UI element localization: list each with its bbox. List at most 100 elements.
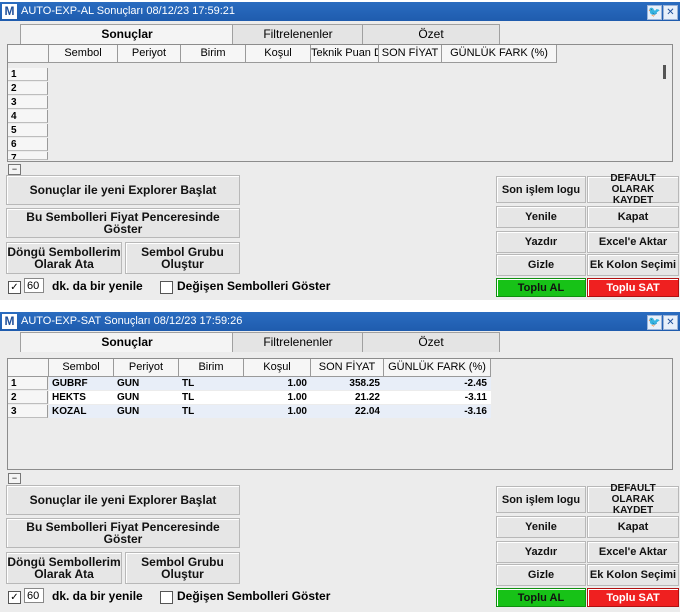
collapse-icon[interactable]: − (8, 473, 21, 484)
app-logo-icon: M (2, 314, 17, 329)
col-header-birim[interactable]: Birim (181, 45, 246, 63)
auto-refresh-checkbox[interactable]: ✓ (8, 591, 21, 604)
symbol-group-button[interactable]: Sembol Grubu Oluştur (125, 552, 240, 584)
default-save-button[interactable]: DEFAULT OLARAK KAYDET (587, 483, 679, 516)
window-title: AUTO-EXP-SAT Sonuçları 08/12/23 17:59:26 (21, 315, 243, 327)
show-in-price-window-button[interactable]: Bu Sembolleri Fiyat Penceresinde Göster (6, 208, 240, 238)
tab-summary[interactable]: Özet (362, 332, 500, 352)
collapse-icon[interactable]: − (8, 164, 21, 175)
col-header-teknik-puan[interactable]: Teknik Puan D (311, 45, 379, 63)
cell-kosul: 1.00 (287, 406, 307, 417)
tab-filtered[interactable]: Filtrelenenler (232, 24, 364, 44)
col-header-periyot[interactable]: Periyot (118, 45, 181, 63)
bulk-sell-button[interactable]: Toplu SAT (587, 588, 679, 607)
symbol-group-button[interactable]: Sembol Grubu Oluştur (125, 242, 240, 274)
show-changed-label: Değişen Sembolleri Göster (177, 589, 331, 603)
cell-gunluk-fark: -2.45 (464, 378, 487, 389)
bulk-buy-button[interactable]: Toplu AL (496, 278, 586, 297)
last-log-button[interactable]: Son işlem logu (496, 176, 586, 203)
new-explorer-button[interactable]: Sonuçlar ile yeni Explorer Başlat (6, 175, 240, 205)
auto-refresh-checkbox[interactable]: ✓ (8, 281, 21, 294)
row-number[interactable]: 3 (8, 96, 48, 109)
default-save-label-2: KAYDET (612, 505, 654, 516)
col-header-kosul[interactable]: Koşul (244, 359, 311, 377)
tab-results[interactable]: Sonuçlar (20, 332, 234, 352)
row-number[interactable]: 5 (8, 124, 48, 137)
last-log-button[interactable]: Son işlem logu (496, 486, 586, 513)
app-logo-icon: M (2, 4, 17, 19)
print-button[interactable]: Yazdır (496, 541, 586, 563)
window-title: AUTO-EXP-AL Sonuçları 08/12/23 17:59:21 (21, 5, 236, 17)
refresh-button[interactable]: Yenile (496, 206, 586, 228)
row-number[interactable]: 4 (8, 110, 48, 123)
cycle-symbols-label-2: Olarak Ata (34, 567, 94, 581)
close-icon[interactable]: ✕ (663, 315, 678, 330)
cell-son-fiyat: 21.22 (354, 392, 380, 403)
show-changed-checkbox[interactable] (160, 281, 173, 294)
close-button[interactable]: Kapat (587, 206, 679, 228)
titlebar[interactable]: M AUTO-EXP-AL Sonuçları 08/12/23 17:59:2… (0, 2, 680, 21)
default-save-label-1: DEFAULT OLARAK (610, 483, 656, 505)
close-icon[interactable]: ✕ (663, 5, 678, 20)
symbol-group-label-2: Oluştur (161, 567, 204, 581)
table-row[interactable]: KOZAL GUN TL 1.00 22.04 -3.16 (49, 405, 491, 418)
excel-export-button[interactable]: Excel'e Aktar (587, 231, 679, 253)
grid-corner (8, 45, 49, 63)
row-number[interactable]: 6 (8, 138, 48, 151)
row-number[interactable]: 2 (8, 391, 48, 404)
col-header-sembol[interactable]: Sembol (49, 45, 118, 63)
col-header-son-fiyat[interactable]: SON FİYAT (379, 45, 442, 63)
extra-column-button[interactable]: Ek Kolon Seçimi (587, 254, 679, 276)
titlebar[interactable]: M AUTO-EXP-SAT Sonuçları 08/12/23 17:59:… (0, 312, 680, 331)
refresh-minutes-input[interactable]: 60 (24, 588, 44, 603)
show-changed-label: Değişen Sembolleri Göster (177, 279, 331, 293)
vertical-scrollbar[interactable] (663, 65, 666, 79)
bulk-sell-button[interactable]: Toplu SAT (587, 278, 679, 297)
cell-birim: TL (182, 406, 195, 417)
twitter-icon[interactable]: 🐦 (647, 315, 662, 330)
row-number[interactable]: 1 (8, 68, 48, 81)
new-explorer-button[interactable]: Sonuçlar ile yeni Explorer Başlat (6, 485, 240, 515)
tab-summary[interactable]: Özet (362, 24, 500, 44)
row-number[interactable]: 3 (8, 405, 48, 418)
results-grid[interactable]: Sembol Periyot Birim Koşul SON FİYAT GÜN… (7, 358, 673, 470)
col-header-kosul[interactable]: Koşul (246, 45, 311, 63)
twitter-icon[interactable]: 🐦 (647, 5, 662, 20)
default-save-label-1: DEFAULT OLARAK (610, 173, 656, 195)
col-header-periyot[interactable]: Periyot (114, 359, 179, 377)
cycle-symbols-label-2: Olarak Ata (34, 257, 94, 271)
close-button[interactable]: Kapat (587, 516, 679, 538)
row-number[interactable]: 2 (8, 82, 48, 95)
tab-results[interactable]: Sonuçlar (20, 24, 234, 44)
row-number[interactable]: 1 (8, 377, 48, 390)
print-button[interactable]: Yazdır (496, 231, 586, 253)
show-in-price-window-button[interactable]: Bu Sembolleri Fiyat Penceresinde Göster (6, 518, 240, 548)
cycle-symbols-button[interactable]: Döngü Sembollerim Olarak Ata (6, 242, 122, 274)
table-row[interactable]: HEKTS GUN TL 1.00 21.22 -3.11 (49, 391, 491, 404)
results-window-sat: M AUTO-EXP-SAT Sonuçları 08/12/23 17:59:… (0, 312, 680, 612)
bulk-buy-button[interactable]: Toplu AL (496, 588, 586, 607)
show-changed-checkbox[interactable] (160, 591, 173, 604)
hide-button[interactable]: Gizle (496, 254, 586, 276)
cell-gunluk-fark: -3.11 (464, 392, 487, 403)
table-row[interactable]: GUBRF GUN TL 1.00 358.25 -2.45 (49, 377, 491, 390)
col-header-gunluk-fark[interactable]: GÜNLÜK FARK (%) (384, 359, 491, 377)
row-number[interactable]: 7 (8, 152, 48, 160)
hide-button[interactable]: Gizle (496, 564, 586, 586)
default-save-button[interactable]: DEFAULT OLARAK KAYDET (587, 173, 679, 206)
tab-filtered[interactable]: Filtrelenenler (232, 332, 364, 352)
extra-column-button[interactable]: Ek Kolon Seçimi (587, 564, 679, 586)
refresh-button[interactable]: Yenile (496, 516, 586, 538)
cell-sembol: HEKTS (52, 392, 86, 403)
col-header-birim[interactable]: Birim (179, 359, 244, 377)
cycle-symbols-button[interactable]: Döngü Sembollerim Olarak Ata (6, 552, 122, 584)
grid-corner (8, 359, 49, 377)
refresh-minutes-input[interactable]: 60 (24, 278, 44, 293)
col-header-son-fiyat[interactable]: SON FİYAT (311, 359, 384, 377)
excel-export-button[interactable]: Excel'e Aktar (587, 541, 679, 563)
col-header-sembol[interactable]: Sembol (49, 359, 114, 377)
results-grid[interactable]: Sembol Periyot Birim Koşul Teknik Puan D… (7, 44, 673, 162)
cell-son-fiyat: 22.04 (354, 406, 380, 417)
cell-periyot: GUN (117, 406, 140, 417)
col-header-gunluk-fark[interactable]: GÜNLÜK FARK (%) (442, 45, 557, 63)
